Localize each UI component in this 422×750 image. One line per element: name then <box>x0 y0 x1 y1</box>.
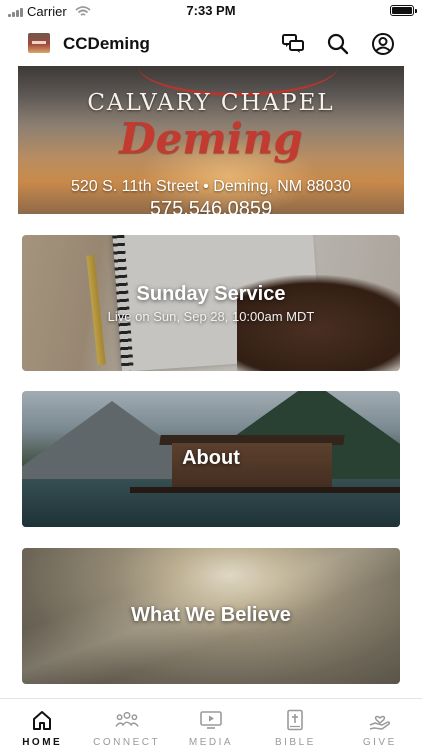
banner-church-name: CALVARY CHAPEL <box>87 90 335 116</box>
people-icon <box>114 709 139 731</box>
tab-label: BIBLE <box>274 737 316 748</box>
tab-bible[interactable]: BIBLE <box>253 699 337 750</box>
search-icon[interactable] <box>325 31 351 57</box>
card-title: About <box>182 447 240 469</box>
battery-icon <box>390 5 417 16</box>
play-screen-icon <box>199 709 223 731</box>
banner-city-script: Deming <box>119 114 303 163</box>
banner-phone: 575.546.0859 <box>149 198 273 214</box>
church-banner: CALVARY CHAPEL Deming 520 S. 11th Street… <box>18 66 404 214</box>
status-time: 7:33 PM <box>186 3 236 18</box>
tab-home[interactable]: HOME <box>0 699 84 750</box>
banner-address: 520 S. 11th Street • Deming, NM 88030 <box>70 178 352 195</box>
what-we-believe-card[interactable]: What We Believe <box>22 548 400 684</box>
app-logo <box>28 33 50 53</box>
about-card[interactable]: About <box>22 391 400 527</box>
tab-label: GIVE <box>362 737 397 748</box>
card-subtitle: Live on Sun, Sep 28, 10:00am MDT <box>107 309 315 324</box>
bible-icon <box>283 709 307 731</box>
tab-media[interactable]: MEDIA <box>169 699 253 750</box>
home-icon <box>30 709 54 731</box>
profile-icon[interactable] <box>370 31 396 57</box>
giving-hand-icon <box>368 709 392 731</box>
tab-give[interactable]: GIVE <box>338 699 422 750</box>
tab-connect[interactable]: CONNECT <box>84 699 168 750</box>
card-title: What We Believe <box>131 604 291 626</box>
chat-bubbles-icon[interactable] <box>280 31 306 57</box>
app-title: CCDeming <box>63 34 150 53</box>
sunday-service-card[interactable]: Sunday Service Live on Sun, Sep 28, 10:0… <box>22 235 400 371</box>
bottom-tab-bar: HOME CONNECT MEDIA BIBLE GIVE <box>0 698 422 750</box>
tab-label: MEDIA <box>188 737 234 748</box>
app-header: CCDeming <box>0 26 422 62</box>
card-title: Sunday Service <box>136 283 286 305</box>
tab-label: HOME <box>22 737 63 748</box>
status-bar: Carrier 7:33 PM <box>0 0 422 22</box>
tab-label: CONNECT <box>93 737 161 748</box>
